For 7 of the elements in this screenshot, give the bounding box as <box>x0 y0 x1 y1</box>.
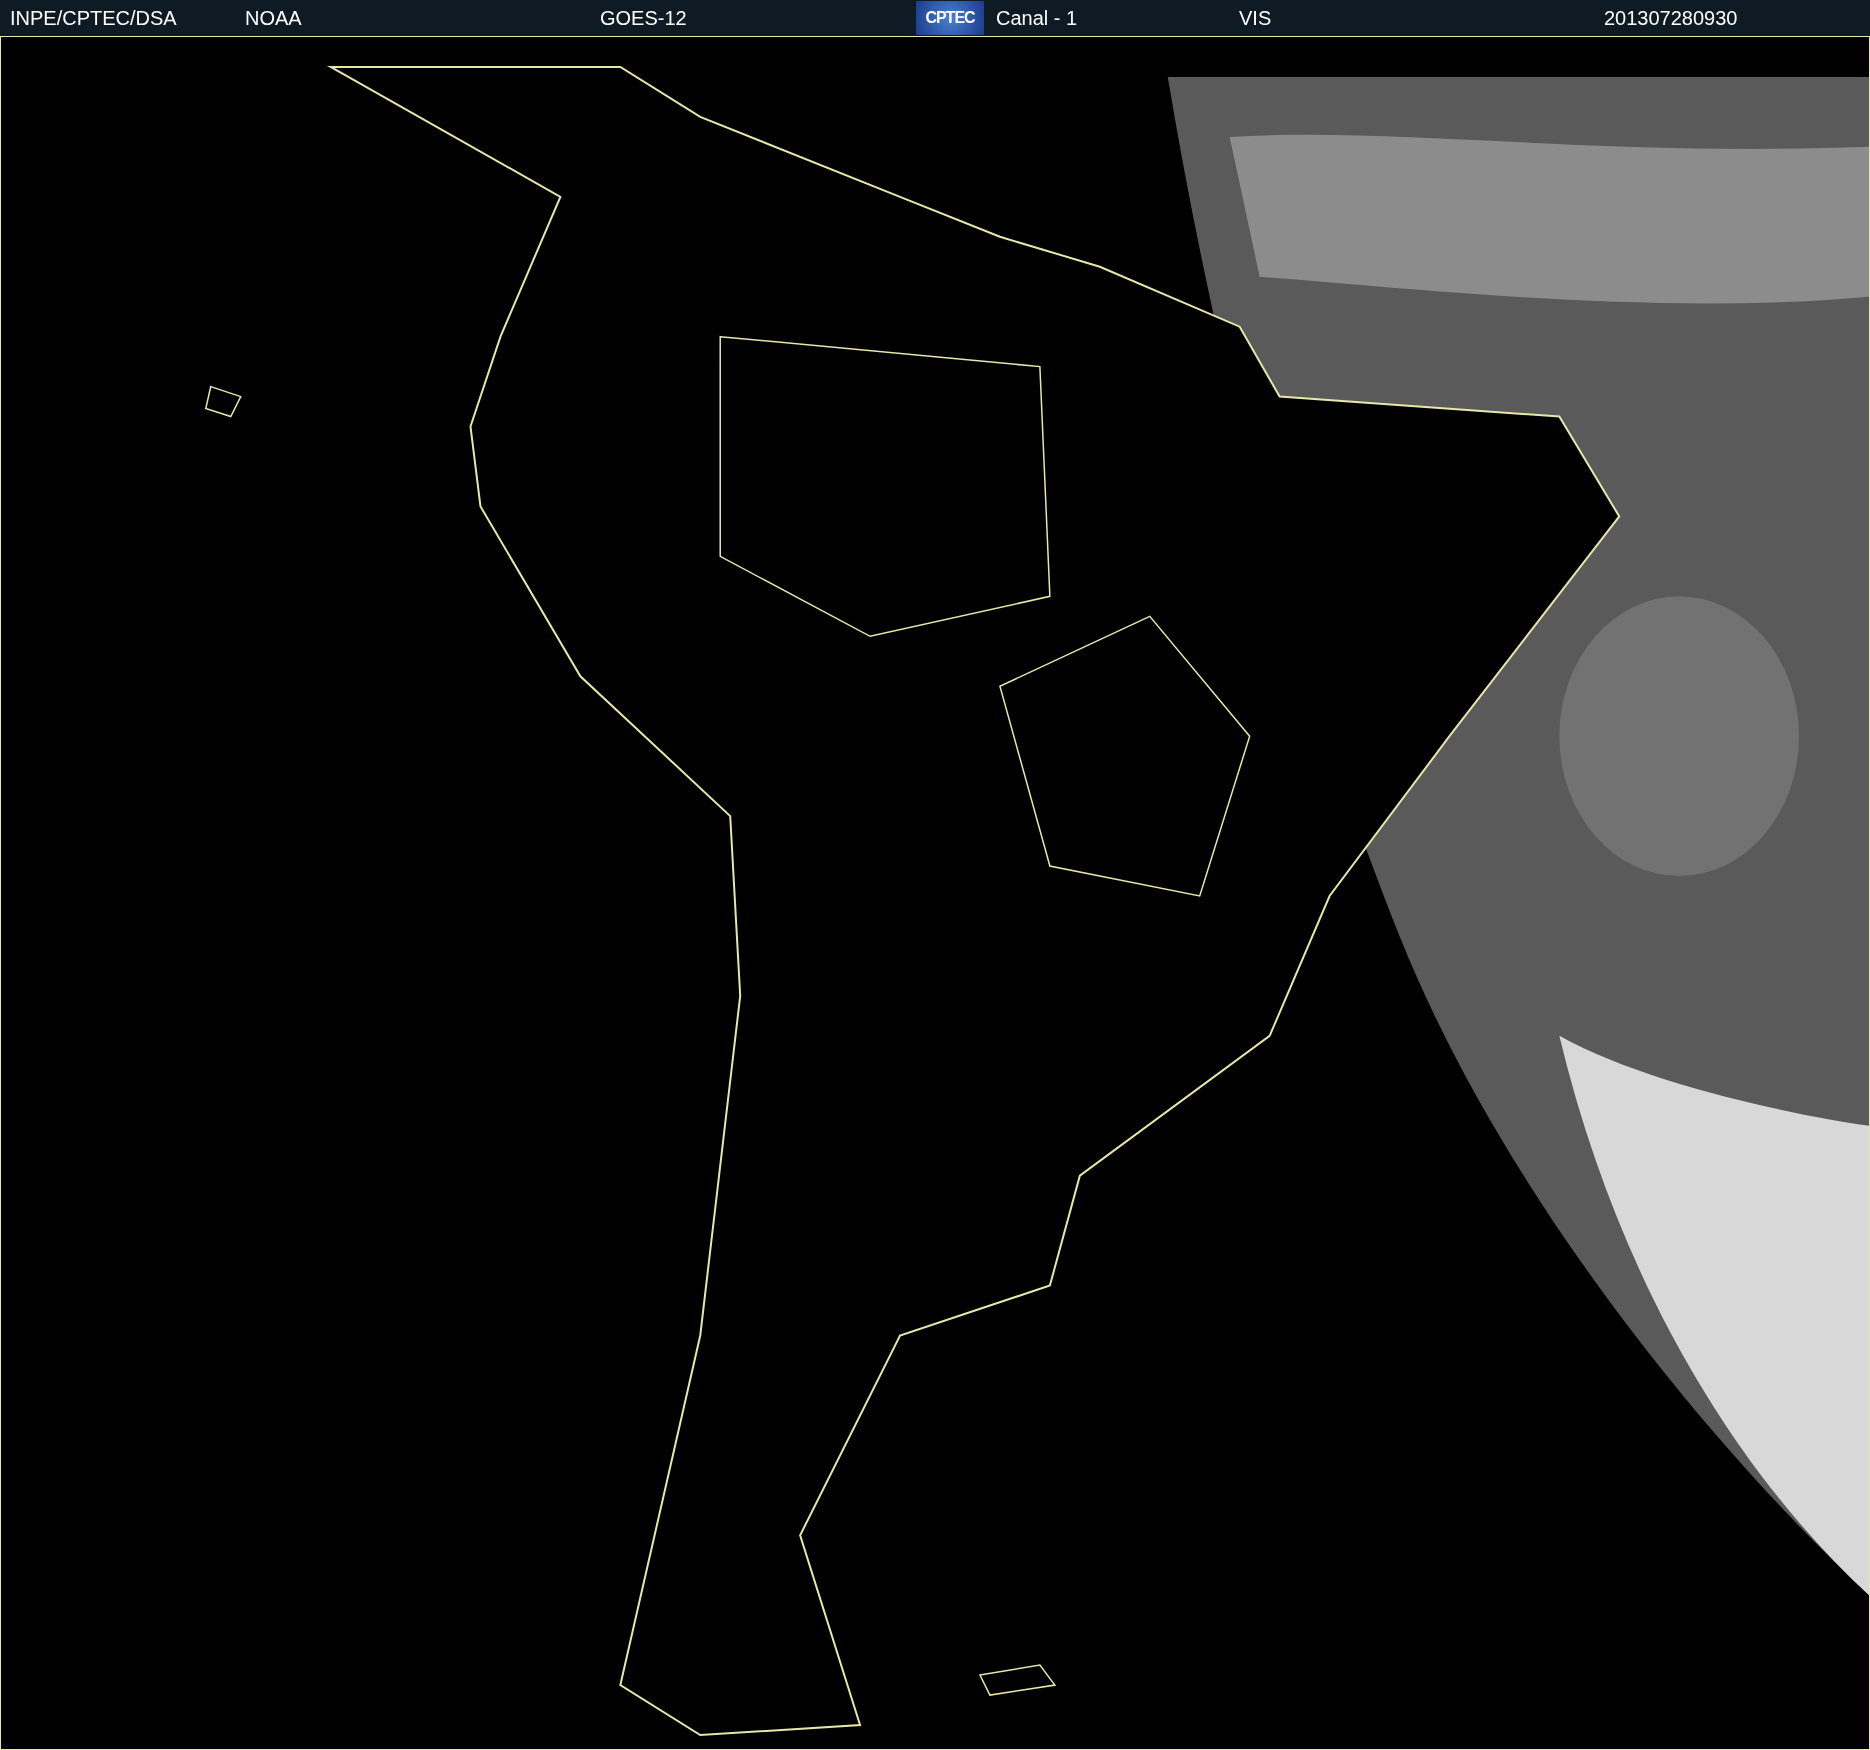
logo: CPTEC <box>916 1 984 35</box>
channel-label: Canal - 1 <box>996 6 1078 30</box>
source-label: INPE/CPTEC/DSA <box>10 6 177 30</box>
satellite-label: GOES-12 <box>600 6 687 30</box>
timestamp-label: 201307280930 <box>1604 6 1738 30</box>
agency-label: NOAA <box>245 6 302 30</box>
band-label: VIS <box>1239 6 1272 30</box>
